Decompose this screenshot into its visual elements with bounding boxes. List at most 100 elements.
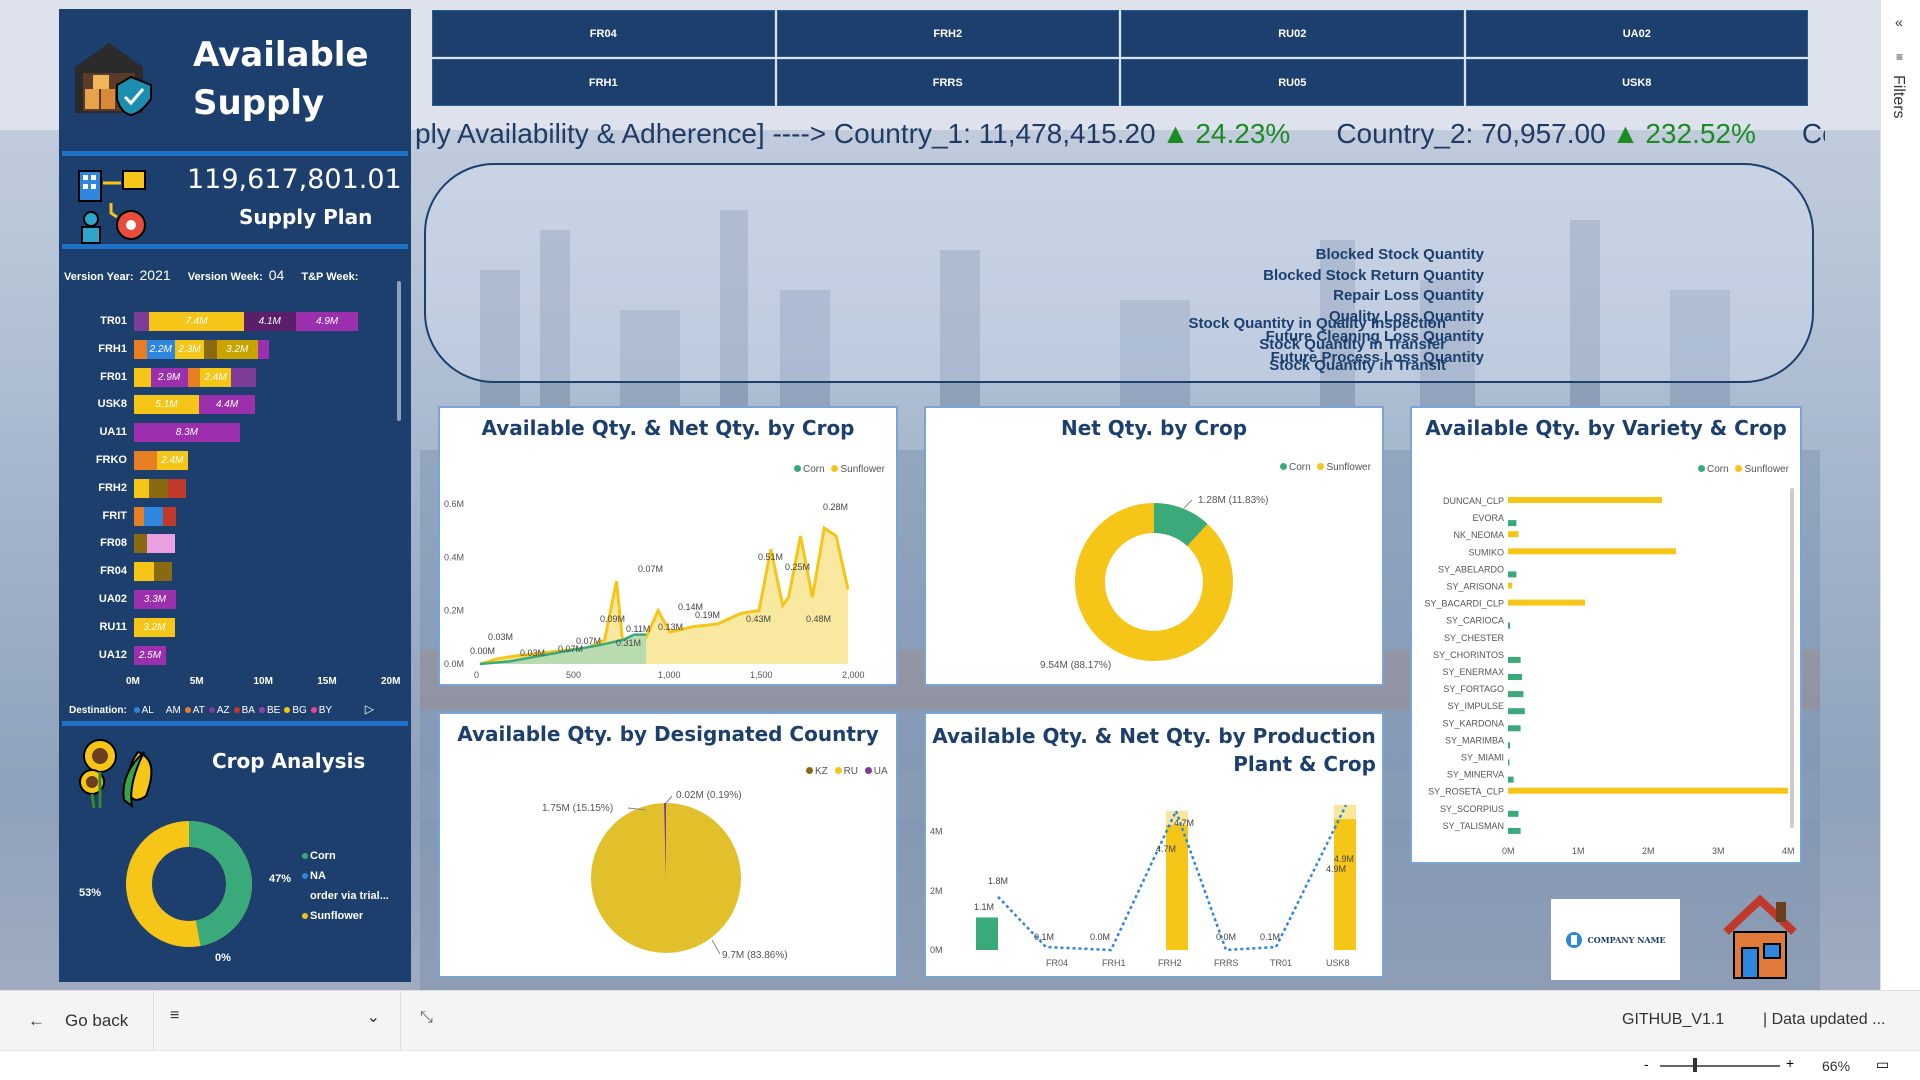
variety-label: DUNCAN_CLP [1443, 496, 1504, 506]
fit-to-page-icon[interactable]: ▭ [1876, 1056, 1889, 1073]
plant-axis-label: FR04 [100, 565, 127, 578]
pages-dropdown[interactable]: ≡ ⌄ [170, 1007, 380, 1035]
bar-segment[interactable] [134, 339, 147, 359]
collapse-filters-icon[interactable]: « [1895, 14, 1903, 30]
left-panel: Available Supply 119,617,801.01 Supply P… [59, 9, 411, 982]
bar-segment[interactable] [134, 312, 150, 331]
filters-label[interactable]: Filters [1889, 75, 1907, 119]
report-name: GITHUB_V1.1 [1622, 1011, 1725, 1028]
sunflower-area[interactable] [480, 528, 848, 664]
bar-segment[interactable] [163, 506, 177, 526]
plant-button-frh1[interactable]: FRH1 [432, 59, 775, 106]
corn-bar[interactable] [1508, 827, 1521, 834]
corn-bar[interactable] [1508, 691, 1524, 698]
plant-button-ru05[interactable]: RU05 [1121, 59, 1464, 106]
crop-donut-chart[interactable] [119, 814, 259, 954]
sunflower-bar[interactable] [1508, 497, 1662, 503]
data-updated-status[interactable]: | Data updated ... [1763, 1011, 1885, 1029]
bar-segment[interactable] [134, 562, 155, 582]
corn-bar[interactable] [1508, 776, 1514, 783]
legend-item-be[interactable]: BE [255, 705, 280, 716]
plant-button-frrs[interactable]: FRRS [776, 59, 1119, 106]
legend-item-bg[interactable]: BG [280, 705, 307, 716]
bar-segment[interactable] [146, 534, 175, 554]
collapse-icon[interactable]: ⤡ [420, 1009, 433, 1027]
zoom-in-button[interactable]: + [1786, 1055, 1794, 1071]
sunflower-bar[interactable] [1166, 811, 1188, 950]
bar-segment[interactable] [134, 367, 151, 387]
plant-button-frh2[interactable]: FRH2 [776, 10, 1119, 57]
corn-pct-label: 47% [269, 873, 292, 885]
corn-bar[interactable] [1508, 571, 1517, 578]
legend-item-at[interactable]: AT [181, 705, 205, 716]
zoom-slider[interactable] [1660, 1065, 1780, 1067]
bar-segment[interactable] [230, 367, 257, 387]
corn-bar[interactable] [1508, 520, 1517, 527]
chart-scrollbar[interactable] [397, 281, 401, 421]
chart-available-by-variety[interactable]: Available Qty. by Variety & Crop Corn Su… [1410, 406, 1802, 864]
sunflower-bar[interactable] [1334, 805, 1356, 950]
legend-next-icon[interactable]: ▷ [365, 702, 374, 716]
corn-bar[interactable] [1508, 708, 1525, 715]
corn-bar[interactable] [1508, 674, 1522, 680]
production-plant-plot: 0M 2M 4M FR04 FRH1 FRH2 FRRS TR01 USK8 1.1M 1.8M 0.… [930, 804, 1356, 968]
plant-button-ua02[interactable]: UA02 [1465, 10, 1808, 57]
legend-dot [310, 707, 317, 713]
corn-bar[interactable] [1508, 656, 1521, 663]
variety-label: SY_TALISMAN [1443, 821, 1504, 831]
go-back-button[interactable]: ← Go back [28, 1011, 128, 1031]
sunflower-bar[interactable] [1508, 599, 1585, 606]
home-icon[interactable] [1720, 892, 1800, 982]
crop-legend-item[interactable]: NA [302, 870, 326, 882]
legend-item-ba[interactable]: BA [230, 705, 255, 716]
chart-available-by-country[interactable]: Available Qty. by Designated Country KZ … [438, 712, 898, 978]
crop-legend-item[interactable]: Corn [302, 850, 336, 862]
legend-item-al[interactable]: AL [130, 705, 154, 716]
corn-bar[interactable] [976, 917, 998, 950]
bar-segment[interactable] [154, 562, 173, 582]
bar-segment[interactable] [134, 451, 157, 470]
bar-segment[interactable] [149, 478, 169, 498]
zoom-status-bar: - + 66% ▭ [0, 1050, 1920, 1080]
bar-segment[interactable] [257, 339, 270, 359]
bar-segment[interactable] [144, 506, 164, 526]
chart-scrollbar[interactable] [1790, 488, 1794, 828]
bar-segment[interactable] [134, 506, 145, 526]
crop-legend-item[interactable]: order via trial... [302, 890, 389, 902]
ua-value-label: 0.02M (0.19%) [676, 790, 742, 801]
bar-segment[interactable] [204, 339, 217, 359]
sunflower-bar-top[interactable] [1334, 805, 1356, 820]
legend-item-az[interactable]: AZ [205, 705, 230, 716]
corn-bar[interactable] [1508, 759, 1510, 766]
sunflower-bar[interactable] [1508, 582, 1513, 589]
filter-icon[interactable]: ≡ [1896, 50, 1903, 64]
corn-bar[interactable] [1508, 810, 1519, 817]
destination-legend[interactable]: Destination: AL AM AT AZ BA BE BG BY ▷ [69, 702, 374, 716]
chart-net-by-crop[interactable]: Net Qty. by Crop Corn Sunflower 1.28M (1… [924, 406, 1384, 686]
bar-segment[interactable] [168, 478, 187, 498]
legend-item-am[interactable]: AM [154, 705, 181, 716]
corn-bar[interactable] [1508, 725, 1521, 732]
corn-bar[interactable] [1508, 622, 1511, 629]
bar-segment[interactable] [134, 534, 147, 554]
bar-segment[interactable] [134, 478, 150, 498]
crop-legend-item[interactable]: Sunflower [302, 910, 363, 922]
legend-item-by[interactable]: BY [307, 705, 332, 716]
plant-button-ru02[interactable]: RU02 [1121, 10, 1464, 57]
sunflower-bar[interactable] [1508, 787, 1788, 794]
corn-bar[interactable] [1508, 742, 1511, 749]
x-axis-tick: 0 [474, 670, 479, 680]
data-label: 4.9M [1326, 864, 1346, 874]
chart-available-net-by-crop[interactable]: Available Qty. & Net Qty. by Crop Corn S… [438, 406, 898, 686]
filters-pane[interactable]: « ≡ Filters [1880, 0, 1920, 990]
data-label: 0.09M [600, 614, 625, 624]
variety-label: SY_ENERMAX [1442, 667, 1504, 677]
chart-available-net-by-plant[interactable]: Available Qty. & Net Qty. by Production … [924, 712, 1384, 978]
plant-button-fr04[interactable]: FR04 [432, 10, 775, 57]
zoom-slider-thumb[interactable] [1693, 1058, 1697, 1072]
zoom-out-button[interactable]: - [1644, 1056, 1649, 1072]
sunflower-bar[interactable] [1508, 531, 1519, 538]
sunflower-bar[interactable] [1508, 548, 1676, 555]
plant-button-usk8[interactable]: USK8 [1465, 59, 1808, 106]
bar-segment[interactable] [187, 367, 201, 387]
